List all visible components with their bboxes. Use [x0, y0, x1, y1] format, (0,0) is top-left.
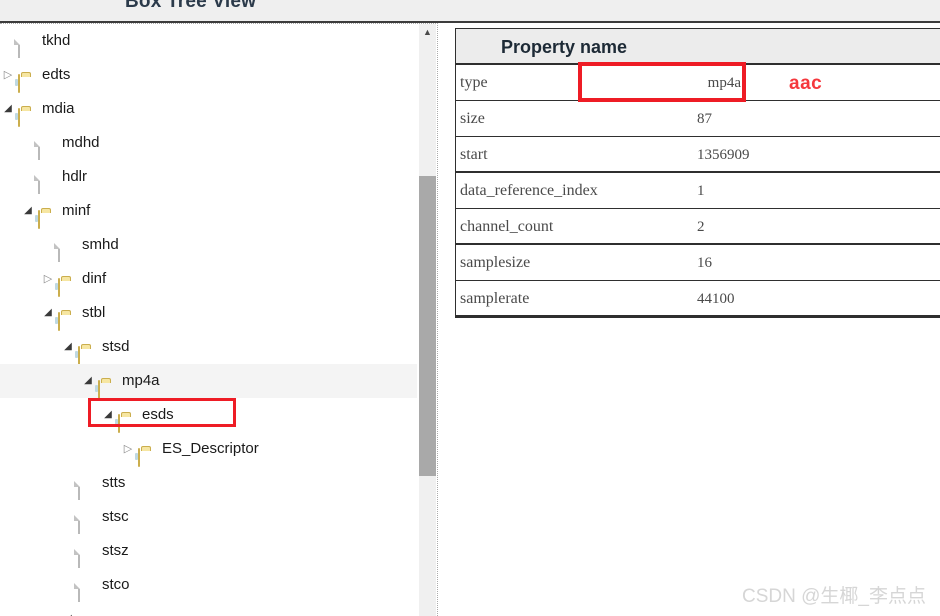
property-value: 2 [697, 219, 705, 235]
tree-row[interactable]: tkhd [0, 24, 417, 58]
box-tree-panel: tkhd ▷ edts ◢ mdia mdhd hdlr ◢ minf smhd ▷ dinf ◢ stb… [0, 23, 438, 616]
tree-row[interactable]: ◢ [0, 602, 417, 616]
file-icon [78, 481, 80, 500]
tree-vertical-scrollbar[interactable]: ▲ [419, 24, 436, 616]
aac-red-annotation: aac [789, 73, 823, 94]
tree-node-label: smhd [82, 236, 119, 253]
property-rows-container: type mp4a size 87 start 1356909 data_reference… [456, 65, 940, 317]
tree-node-label: dinf [82, 270, 107, 287]
property-table-header: Property name [456, 29, 940, 65]
tree-node-label: mdia [42, 100, 75, 117]
property-row[interactable]: size 87 [456, 101, 940, 137]
collapse-triangle-icon[interactable]: ◢ [20, 194, 36, 228]
collapse-triangle-icon[interactable]: ◢ [60, 602, 76, 616]
tree-row[interactable]: ▷ dinf [0, 262, 417, 297]
tree-node-label: hdlr [62, 168, 88, 185]
property-row[interactable]: samplerate 44100 [456, 281, 940, 317]
property-key: channel_count [460, 218, 554, 235]
property-row[interactable]: start 1356909 [456, 137, 940, 173]
tree-row[interactable]: ◢ mp4a [0, 364, 417, 399]
property-value: 44100 [697, 291, 735, 307]
property-row[interactable]: data_reference_index 1 [456, 173, 940, 209]
tree-row[interactable]: mdhd [0, 126, 417, 160]
collapse-triangle-icon[interactable]: ◢ [0, 92, 16, 126]
tree-node-label: stsz [102, 542, 129, 559]
tree-list[interactable]: tkhd ▷ edts ◢ mdia mdhd hdlr ◢ minf smhd ▷ dinf ◢ stb… [0, 24, 417, 616]
tree-node-label: tkhd [42, 32, 71, 49]
folder-icon [118, 414, 120, 433]
file-icon [38, 175, 40, 194]
tree-row[interactable]: ◢ minf [0, 194, 417, 229]
file-icon [78, 583, 80, 602]
tree-row[interactable]: hdlr [0, 160, 417, 194]
file-icon [78, 549, 80, 568]
tree-node-label: ES_Descriptor [162, 440, 259, 457]
tree-node-label: esds [142, 406, 174, 423]
tree-row[interactable]: ▷ edts [0, 58, 417, 93]
page-title: Box Tree View [125, 0, 257, 12]
file-icon [58, 243, 60, 262]
window-title-bar: Box Tree View [0, 0, 940, 23]
file-icon [38, 141, 40, 160]
tree-node-label: mp4a [122, 372, 160, 389]
tree-row[interactable]: ◢ mdia [0, 92, 417, 127]
property-value: 16 [697, 255, 712, 271]
folder-icon [78, 346, 80, 365]
file-icon [78, 515, 80, 534]
property-key: size [460, 110, 485, 127]
tree-row[interactable]: stsz [0, 534, 417, 568]
folder-icon [38, 210, 40, 229]
tree-node-label: stsd [102, 338, 130, 355]
tree-row[interactable]: ◢ stbl [0, 296, 417, 331]
expand-triangle-icon[interactable]: ▷ [120, 432, 136, 466]
tree-row[interactable]: ▷ ES_Descriptor [0, 432, 417, 467]
property-row[interactable]: channel_count 2 [456, 209, 940, 245]
property-value: mp4a [707, 75, 741, 91]
collapse-triangle-icon[interactable]: ◢ [40, 296, 56, 330]
tree-node-label: edts [42, 66, 71, 83]
tree-row[interactable]: stco [0, 568, 417, 602]
scrollbar-thumb[interactable] [419, 176, 436, 476]
tree-node-label: stco [102, 576, 130, 593]
folder-icon [58, 312, 60, 331]
tree-node-label: stsc [102, 508, 129, 525]
property-row[interactable]: samplesize 16 [456, 245, 940, 281]
property-row[interactable]: type mp4a [456, 65, 940, 101]
expand-triangle-icon[interactable]: ▷ [40, 262, 56, 296]
property-value: 1356909 [697, 147, 750, 163]
tree-row[interactable]: stts [0, 466, 417, 500]
folder-icon [58, 278, 60, 297]
tree-row[interactable]: stsc [0, 500, 417, 534]
property-value: 87 [697, 111, 712, 127]
collapse-triangle-icon[interactable]: ◢ [80, 364, 96, 398]
collapse-triangle-icon[interactable]: ◢ [60, 330, 76, 364]
collapse-triangle-icon[interactable]: ◢ [100, 398, 116, 432]
csdn-watermark: CSDN @生椰_李点点 [742, 586, 926, 607]
file-icon [18, 39, 20, 58]
folder-icon [138, 448, 140, 467]
folder-icon [98, 380, 100, 399]
property-value: 1 [697, 183, 705, 199]
folder-icon [18, 108, 20, 127]
folder-icon [18, 74, 20, 93]
property-key: samplerate [460, 290, 530, 307]
property-key: samplesize [460, 254, 531, 271]
tree-node-label: minf [62, 202, 91, 219]
property-table: Property name type mp4a size 87 start 1356909… [455, 28, 940, 318]
tree-node-label: mdhd [62, 134, 100, 151]
tree-row[interactable]: ◢ stsd [0, 330, 417, 365]
scroll-up-arrow-icon[interactable]: ▲ [419, 24, 436, 41]
expand-triangle-icon[interactable]: ▷ [0, 58, 16, 92]
tree-node-label: stbl [82, 304, 106, 321]
tree-node-label: stts [102, 474, 126, 491]
property-key: start [460, 146, 488, 163]
property-key: data_reference_index [460, 182, 598, 199]
tree-row[interactable]: smhd [0, 228, 417, 262]
tree-row[interactable]: ◢ esds [0, 398, 417, 433]
